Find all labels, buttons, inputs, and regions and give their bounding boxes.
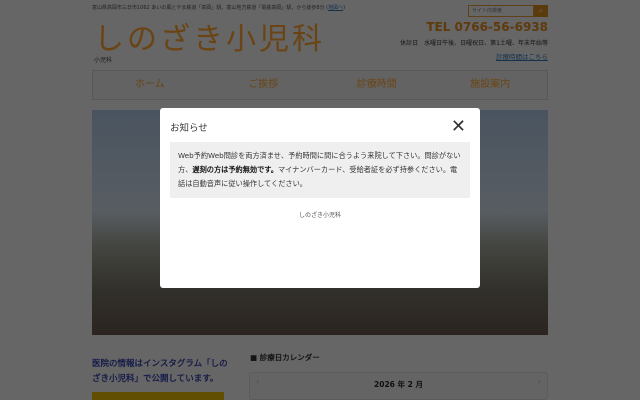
address-text: 富山県高岡市三日市1062 あいの風とやま鉄道「高岡」駅、富山地方鉄道「電鉄高岡… bbox=[92, 5, 325, 11]
search-input[interactable] bbox=[468, 5, 534, 17]
address: 富山県高岡市三日市1062 あいの風とやま鉄道「高岡」駅、富山地方鉄道「電鉄高岡… bbox=[92, 5, 346, 11]
nav-facility[interactable]: 施設案内 bbox=[434, 71, 548, 99]
holidays: 休診日 水曜日午後、日曜祝日、第1土曜、年末年始等 bbox=[400, 40, 548, 47]
close-icon[interactable]: ✕ bbox=[451, 116, 466, 137]
modal-warning: 遅刻の方は予約無効です。 bbox=[192, 165, 278, 174]
modal-body: Web予約Web問診を両方済ませ、予約時間に間に合うよう来院して下さい。問診がな… bbox=[170, 142, 470, 198]
map-link[interactable]: 地図へ bbox=[328, 5, 343, 11]
modal-title: お知らせ bbox=[170, 123, 208, 134]
subtitle: 小児科 bbox=[94, 57, 113, 64]
calendar-heading: ■ 診療日カレンダー bbox=[250, 353, 320, 362]
calendar-next-button[interactable]: › bbox=[538, 377, 541, 386]
nav-greeting[interactable]: ご挨拶 bbox=[207, 71, 321, 99]
nav-home[interactable]: ホーム bbox=[93, 71, 207, 99]
modal-footer: しのざき小児科 bbox=[298, 212, 341, 219]
nav-hours[interactable]: 診療時間 bbox=[320, 71, 434, 99]
phone-number: TEL 0766-56-6938 bbox=[426, 20, 548, 34]
instagram-banner[interactable] bbox=[92, 392, 224, 400]
calendar-month: 2026 年 2 月 bbox=[374, 380, 423, 389]
instagram-notice[interactable]: 医院の情報はインスタグラム「しのざき小児科」で公開しています。 bbox=[92, 357, 232, 387]
logo[interactable]: しのざき小児科 bbox=[94, 14, 325, 58]
search-icon: ⌕ bbox=[538, 6, 544, 15]
calendar: ‹ 2026 年 2 月 › bbox=[249, 372, 548, 400]
search-button[interactable]: ⌕ bbox=[534, 5, 548, 17]
hours-link[interactable]: 診療時間はこちら bbox=[496, 51, 548, 61]
main-nav: ホーム ご挨拶 診療時間 施設案内 bbox=[92, 70, 548, 100]
notice-modal: お知らせ ✕ Web予約Web問診を両方済ませ、予約時間に間に合うよう来院して下… bbox=[160, 108, 480, 288]
